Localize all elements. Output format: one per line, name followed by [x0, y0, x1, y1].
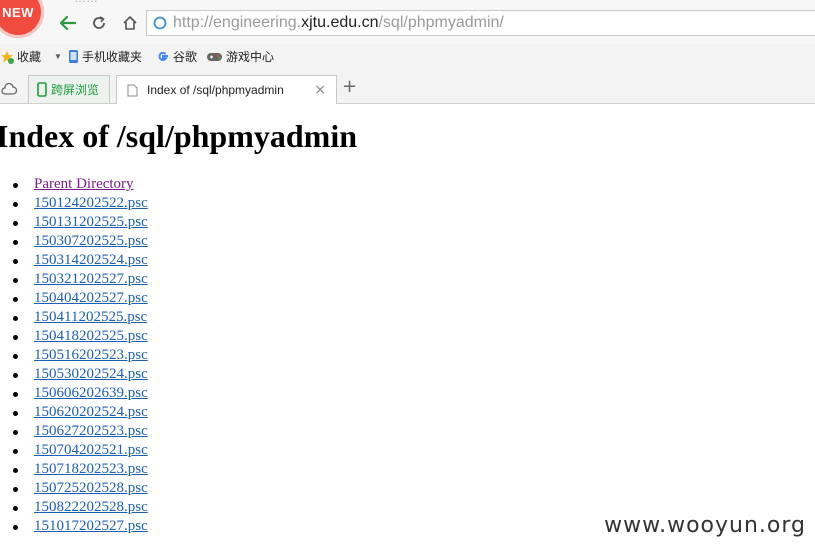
list-item: 150704202521.psc [0, 441, 148, 460]
phone-icon [37, 82, 47, 97]
gamepad-icon [207, 53, 222, 61]
list-item: 150606202639.psc [0, 384, 148, 403]
home-button[interactable] [119, 12, 141, 34]
close-icon[interactable]: × [314, 82, 326, 98]
watermark-text: www.wooyun.org [604, 513, 806, 538]
url-text: http://engineering.xjtu.edu.cn/sql/phpmy… [173, 14, 504, 32]
new-tab-button[interactable]: + [342, 76, 357, 97]
arrow-left-icon [59, 15, 77, 31]
page-icon [127, 84, 138, 96]
list-item: 150404202527.psc [0, 289, 148, 308]
google-icon [158, 51, 168, 61]
list-item: 150627202523.psc [0, 422, 148, 441]
file-link[interactable]: 150124202522.psc [34, 195, 148, 211]
file-link[interactable]: 150321202527.psc [34, 271, 148, 287]
list-item: 150131202525.psc [0, 213, 148, 232]
bookmark-game-center[interactable]: 游戏中心 [206, 48, 274, 65]
page-content: Index of /sql/phpmyadmin Parent Director… [0, 104, 815, 548]
tab-label: 跨屏浏览 [51, 83, 100, 97]
bookmark-label: 游戏中心 [226, 50, 275, 64]
address-toolbar: …… NEW http://engineering.xjtu.edu.cn/sq… [0, 0, 815, 44]
chevron-down-icon[interactable]: ▼ [54, 52, 62, 61]
star-add-icon [1, 50, 14, 64]
refresh-icon [93, 16, 105, 29]
list-item: 150321202527.psc [0, 270, 148, 289]
list-item: 150530202524.psc [0, 365, 148, 384]
url-prefix: http://engineering. [173, 14, 302, 31]
list-item: 151017202527.psc [0, 517, 148, 536]
url-path: /sql/phpmyadmin/ [378, 14, 504, 31]
list-item: 150725202528.psc [0, 479, 148, 498]
file-link[interactable]: 150404202527.psc [34, 290, 148, 306]
new-badge-icon[interactable]: NEW [0, 0, 44, 38]
bookmark-google[interactable]: 谷歌 [156, 48, 197, 65]
file-list: Parent Directory 150124202522.psc 150131… [0, 175, 148, 536]
file-link[interactable]: 150620202524.psc [34, 404, 148, 420]
list-item: 150411202525.psc [0, 308, 148, 327]
tab-cross-screen[interactable]: 跨屏浏览 [28, 75, 110, 103]
bookmarks-bar: 收藏 ▼ 手机收藏夹 谷歌 游戏中心 [0, 44, 815, 70]
list-item: 150314202524.psc [0, 251, 148, 270]
file-link[interactable]: 151017202527.psc [34, 518, 148, 534]
file-link[interactable]: 150718202523.psc [34, 461, 148, 477]
bookmark-label: 收藏 [17, 50, 42, 64]
file-link[interactable]: 150516202523.psc [34, 347, 148, 363]
page-title: Index of /sql/phpmyadmin [0, 118, 358, 154]
file-link[interactable]: 150606202639.psc [34, 385, 148, 401]
file-link[interactable]: 150822202528.psc [34, 499, 148, 515]
bookmark-label: 手机收藏夹 [82, 50, 143, 64]
url-input[interactable]: http://engineering.xjtu.edu.cn/sql/phpmy… [146, 10, 815, 36]
cloud-icon[interactable] [1, 83, 17, 95]
bookmark-label: 谷歌 [173, 50, 198, 64]
file-link[interactable]: 150314202524.psc [34, 252, 148, 268]
phone-icon [69, 50, 78, 63]
file-link[interactable]: 150307202525.psc [34, 233, 148, 249]
home-icon [123, 16, 137, 30]
tab-index-of[interactable]: Index of /sql/phpmyadmin × [116, 75, 337, 104]
file-link[interactable]: 150725202528.psc [34, 480, 148, 496]
file-link[interactable]: 150530202524.psc [34, 366, 148, 382]
file-link[interactable]: 150418202525.psc [34, 328, 148, 344]
file-link[interactable]: 150627202523.psc [34, 423, 148, 439]
list-item: 150620202524.psc [0, 403, 148, 422]
file-link[interactable]: 150131202525.psc [34, 214, 148, 230]
parent-directory-link[interactable]: Parent Directory [34, 176, 134, 192]
tab-label: Index of /sql/phpmyadmin [147, 83, 284, 97]
browser-chrome: …… NEW http://engineering.xjtu.edu.cn/sq… [0, 0, 815, 104]
bookmark-favorites[interactable]: 收藏 ▼ [0, 48, 62, 65]
list-item: 150124202522.psc [0, 194, 148, 213]
list-item: 150516202523.psc [0, 346, 148, 365]
file-link[interactable]: 150411202525.psc [34, 309, 147, 325]
list-item: 150718202523.psc [0, 460, 148, 479]
bookmark-mobile-favorites[interactable]: 手机收藏夹 [68, 48, 142, 65]
list-item: Parent Directory [0, 175, 148, 194]
tab-strip: 跨屏浏览 Index of /sql/phpmyadmin × + [0, 72, 815, 104]
list-item: 150418202525.psc [0, 327, 148, 346]
list-item: 150822202528.psc [0, 498, 148, 517]
refresh-button[interactable] [88, 12, 110, 34]
window-title: …… [74, 0, 98, 5]
globe-icon [153, 16, 167, 30]
back-button[interactable] [57, 12, 79, 34]
url-domain: xjtu.edu.cn [301, 14, 379, 31]
file-link[interactable]: 150704202521.psc [34, 442, 148, 458]
list-item: 150307202525.psc [0, 232, 148, 251]
